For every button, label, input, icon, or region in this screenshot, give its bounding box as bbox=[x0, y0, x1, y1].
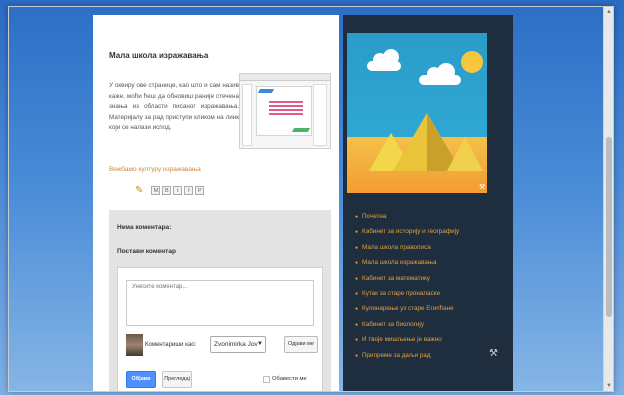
bullet-icon: ● bbox=[355, 337, 359, 344]
post-link[interactable]: Вежбамо културу изражавања bbox=[109, 166, 201, 173]
comment-as-label: Коментариши као: bbox=[145, 342, 197, 348]
wrench-icon[interactable]: ⚒ bbox=[489, 348, 498, 359]
browser-viewport: Мала школа изражавања У оквиру ове стран… bbox=[8, 6, 614, 392]
sidebar-item-home[interactable]: ● Почетна bbox=[355, 209, 459, 224]
sidebar-item-inventions[interactable]: ● Кутак за старе проналаске bbox=[355, 286, 459, 301]
email-share-button[interactable]: M bbox=[151, 186, 161, 195]
chevron-down-icon: ▼ bbox=[257, 341, 263, 347]
bullet-icon: ● bbox=[355, 244, 359, 251]
pyramid-right bbox=[447, 137, 483, 171]
pinterest-share-button[interactable]: P bbox=[195, 186, 205, 195]
sidebar-item-label: Кутак за старе проналаске bbox=[362, 289, 441, 297]
pyramids-illustration: ⚒ bbox=[347, 33, 487, 193]
sidebar-item-spelling[interactable]: ● Мала школа правописа bbox=[355, 240, 459, 255]
main-column: Мала школа изражавања У оквиру ове стран… bbox=[93, 15, 339, 391]
sidebar-item-biology[interactable]: ● Кабинет за биологију bbox=[355, 317, 459, 332]
sidebar-item-preparation[interactable]: ● Припреме за даљи рад bbox=[355, 348, 459, 363]
bullet-icon: ● bbox=[355, 229, 359, 236]
bullet-icon: ● bbox=[355, 352, 359, 359]
slide-stripe-blue bbox=[257, 89, 275, 93]
sidebar-item-cooking[interactable]: ● Кулинарење уз старе Египћане bbox=[355, 301, 459, 316]
notify-label: Обавести ме bbox=[272, 376, 307, 382]
bullet-icon: ● bbox=[355, 290, 359, 297]
sidebar-item-label: Мала школа правописа bbox=[362, 243, 431, 251]
sidebar: ⚒ ● Почетна ● Кабинет за историју и геогра… bbox=[343, 15, 513, 391]
identity-value: Zvonimirka Jov bbox=[214, 341, 258, 348]
bullet-icon: ● bbox=[355, 321, 359, 328]
scroll-thumb[interactable] bbox=[606, 137, 612, 317]
notify-checkbox[interactable] bbox=[263, 376, 270, 383]
comment-input[interactable] bbox=[126, 280, 314, 326]
post-title: Мала школа изражавања bbox=[109, 51, 209, 60]
twitter-share-button[interactable]: t bbox=[173, 186, 183, 195]
post-thumbnail[interactable] bbox=[239, 73, 331, 149]
tools-icon[interactable]: ⚒ bbox=[479, 183, 485, 191]
thumbnail-side-panel bbox=[313, 84, 327, 146]
bullet-icon: ● bbox=[355, 275, 359, 282]
sidebar-item-label: Кабинет за математику bbox=[362, 274, 430, 282]
no-comments-heading: Нема коментара: bbox=[117, 224, 172, 231]
comment-form: Коментариши као: Zvonimirka Jov ▼ Одјави… bbox=[117, 267, 323, 391]
sidebar-item-label: Припреме за даљи рад bbox=[362, 351, 431, 359]
sun-icon bbox=[461, 51, 483, 73]
bullet-icon: ● bbox=[355, 260, 359, 267]
sidebar-item-opinion[interactable]: ● И твоје мишљење је важно bbox=[355, 332, 459, 347]
sidebar-item-label: Мала школа изражавања bbox=[362, 259, 437, 267]
slide-text-lines bbox=[269, 101, 303, 103]
cloud-icon bbox=[419, 63, 461, 85]
bullet-icon: ● bbox=[355, 306, 359, 313]
pencil-icon[interactable]: ✎ bbox=[135, 185, 143, 196]
sidebar-nav: ● Почетна ● Кабинет за историју и географи… bbox=[355, 209, 459, 363]
post-comment-heading: Постави коментар bbox=[117, 248, 176, 255]
publish-button[interactable]: Објави bbox=[126, 371, 156, 388]
sidebar-item-label: Кулинарење уз старе Египћане bbox=[362, 305, 454, 313]
sidebar-item-label: Почетна bbox=[362, 213, 387, 220]
bullet-icon: ● bbox=[355, 214, 359, 220]
identity-select[interactable]: Zvonimirka Jov ▼ bbox=[210, 336, 266, 353]
scroll-up-icon[interactable]: ▲ bbox=[605, 8, 613, 16]
cloud-icon bbox=[367, 49, 401, 71]
thumbnail-slide-list bbox=[242, 84, 252, 146]
sidebar-item-math[interactable]: ● Кабинет за математику bbox=[355, 271, 459, 286]
scrollbar[interactable]: ▲ ▼ bbox=[603, 7, 613, 391]
comments-section: Нема коментара: Постави коментар Комента… bbox=[109, 210, 331, 391]
sidebar-item-label: И твоје мишљење је важно bbox=[362, 336, 442, 344]
slide-stripe-green bbox=[291, 128, 311, 132]
sidebar-item-expression[interactable]: ● Мала школа изражавања bbox=[355, 255, 459, 270]
preview-button[interactable]: Прегледај bbox=[162, 371, 192, 388]
sign-out-button[interactable]: Одјави ме bbox=[284, 336, 318, 353]
thumbnail-slide bbox=[256, 86, 312, 136]
sidebar-item-history-geography[interactable]: ● Кабинет за историју и географију bbox=[355, 224, 459, 239]
share-row: ✎ M B t f P bbox=[135, 185, 205, 196]
scroll-down-icon[interactable]: ▼ bbox=[605, 382, 613, 390]
thumbnail-toolbar bbox=[240, 74, 330, 81]
facebook-share-button[interactable]: f bbox=[184, 186, 194, 195]
blog-share-button[interactable]: B bbox=[162, 186, 172, 195]
sidebar-item-label: Кабинет за историју и географију bbox=[362, 228, 460, 236]
post-body: У оквиру ове странице, као што и сам наз… bbox=[109, 82, 239, 131]
avatar bbox=[126, 334, 143, 356]
sidebar-item-label: Кабинет за биологију bbox=[362, 320, 424, 328]
